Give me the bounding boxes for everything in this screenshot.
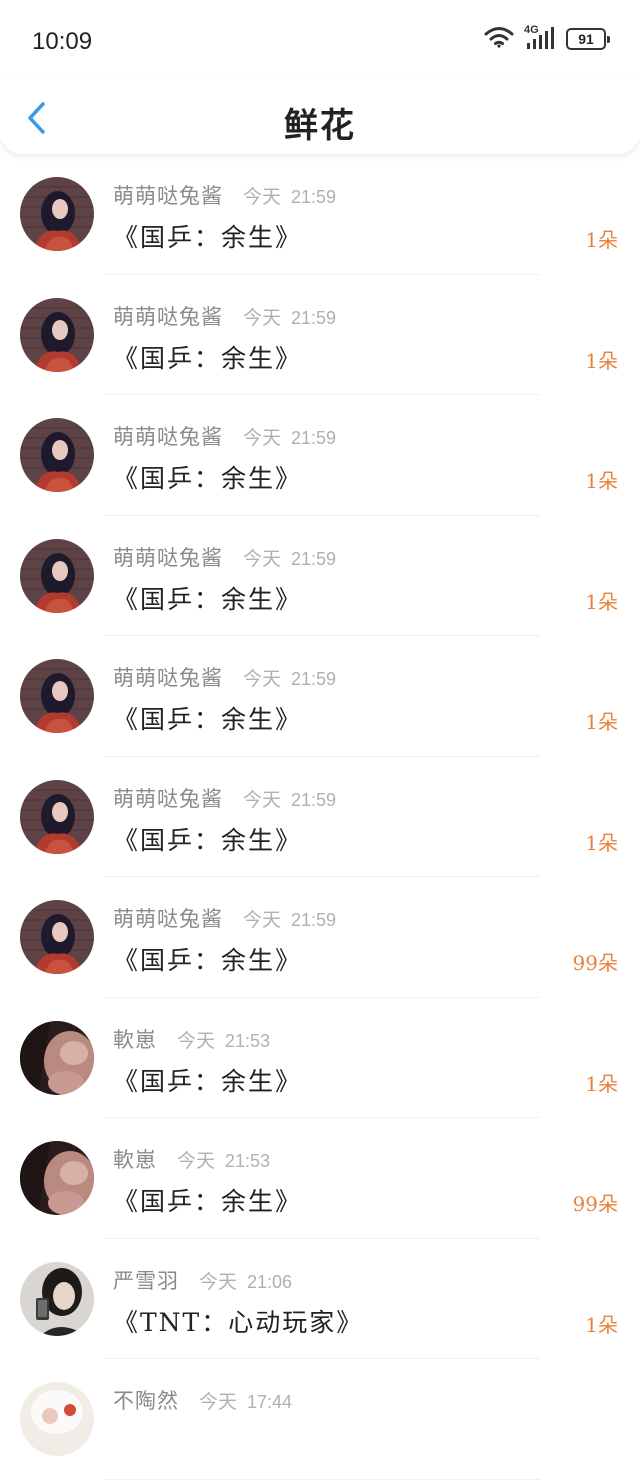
date-label: 今天	[243, 909, 282, 931]
item-meta: 萌萌哒兔酱 今天 21:59	[113, 662, 336, 692]
status-bar: 10:09 4G 91	[0, 0, 640, 80]
avatar[interactable]	[20, 1020, 94, 1095]
date-label: 今天	[177, 1029, 216, 1052]
item-meta: 萌萌哒兔酱 今天 21:59	[113, 783, 336, 813]
time-label: 21:59	[291, 669, 337, 689]
date-label: 今天	[243, 427, 282, 449]
item-meta: 萌萌哒兔酱 今天 21:59	[113, 180, 336, 210]
divider	[104, 1478, 540, 1480]
time-label: 21:59	[291, 548, 337, 569]
date-label: 今天	[243, 668, 282, 690]
username[interactable]: 萌萌哒兔酱	[113, 301, 223, 331]
time-label: 21:59	[291, 789, 337, 810]
avatar[interactable]	[20, 297, 94, 372]
avatar[interactable]	[20, 1261, 94, 1336]
time-label: 21:59	[291, 910, 337, 930]
avatar[interactable]	[20, 418, 94, 492]
time-label: 21:59	[291, 187, 337, 207]
date-label: 今天	[243, 788, 282, 811]
list-item[interactable]: 萌萌哒兔酱 今天 21:59 《国乒：余生》 1朵	[0, 395, 640, 516]
work-title[interactable]: 《国乒：余生》	[113, 459, 302, 495]
list-item[interactable]: 軟崽 今天 21:53 《国乒：余生》 1朵	[0, 998, 640, 1118]
time-label: 21:53	[225, 1151, 271, 1171]
flower-count: 1朵	[585, 348, 618, 373]
wifi-icon	[484, 26, 514, 52]
username[interactable]: 严雪羽	[113, 1265, 179, 1295]
flower-count: 1朵	[585, 1071, 618, 1096]
work-title[interactable]: 《国乒：余生》	[113, 1182, 302, 1218]
list-item[interactable]: 不陶然 今天 17:44	[0, 1359, 640, 1480]
avatar[interactable]	[20, 538, 94, 613]
flower-count: 1朵	[585, 469, 618, 493]
list-item[interactable]: 萌萌哒兔酱 今天 21:59 《国乒：余生》 1朵	[0, 757, 640, 877]
username[interactable]: 萌萌哒兔酱	[113, 903, 223, 933]
time-label: 17:44	[247, 1392, 293, 1412]
flower-count: 1朵	[585, 710, 618, 734]
item-meta: 軟崽 今天 21:53	[113, 1024, 270, 1054]
status-time: 10:09	[32, 28, 93, 55]
list-item[interactable]: 萌萌哒兔酱 今天 21:59 《国乒：余生》 1朵	[0, 154, 640, 275]
username[interactable]: 軟崽	[113, 1144, 157, 1174]
work-title[interactable]: 《国乒：余生》	[113, 218, 302, 254]
item-meta: 萌萌哒兔酱 今天 21:59	[113, 542, 336, 572]
username[interactable]: 軟崽	[113, 1024, 157, 1054]
list-item[interactable]: 軟崽 今天 21:53 《国乒：余生》 99朵	[0, 1118, 640, 1239]
date-label: 今天	[177, 1150, 216, 1172]
username[interactable]: 萌萌哒兔酱	[113, 421, 223, 451]
page-title: 鲜花	[284, 106, 356, 146]
item-meta: 严雪羽 今天 21:06	[113, 1265, 292, 1295]
username[interactable]: 萌萌哒兔酱	[113, 542, 223, 572]
item-meta: 萌萌哒兔酱 今天 21:59	[113, 421, 336, 451]
username[interactable]: 萌萌哒兔酱	[113, 662, 223, 692]
avatar[interactable]	[20, 900, 94, 974]
date-label: 今天	[243, 547, 282, 570]
flower-count: 99朵	[572, 1192, 618, 1216]
item-meta: 萌萌哒兔酱 今天 21:59	[113, 301, 336, 331]
avatar[interactable]	[20, 1382, 94, 1456]
avatar[interactable]	[20, 659, 94, 733]
avatar[interactable]	[20, 1141, 94, 1215]
list-item[interactable]: 严雪羽 今天 21:06 《TNT：心动玩家》 1朵	[0, 1239, 640, 1359]
list-item[interactable]: 萌萌哒兔酱 今天 21:59 《国乒：余生》 99朵	[0, 877, 640, 998]
flower-count: 99朵	[572, 951, 618, 975]
time-label: 21:53	[225, 1030, 271, 1051]
flower-count: 1朵	[585, 830, 618, 855]
username[interactable]: 萌萌哒兔酱	[113, 180, 223, 210]
flower-count: 1朵	[585, 589, 618, 614]
cellular-signal-icon: 4G	[524, 24, 556, 51]
flower-count: 1朵	[585, 228, 618, 252]
work-title[interactable]: 《国乒：余生》	[113, 941, 302, 977]
avatar[interactable]	[20, 779, 94, 854]
item-meta: 萌萌哒兔酱 今天 21:59	[113, 903, 336, 933]
time-label: 21:59	[291, 307, 337, 328]
work-title[interactable]: 《TNT：心动玩家》	[113, 1303, 363, 1339]
status-icons: 4G 91	[484, 24, 610, 52]
work-title[interactable]: 《国乒：余生》	[113, 1062, 302, 1098]
list-item[interactable]: 萌萌哒兔酱 今天 21:59 《国乒：余生》 1朵	[0, 516, 640, 636]
time-label: 21:59	[291, 428, 337, 448]
date-label: 今天	[199, 1391, 238, 1413]
avatar[interactable]	[20, 177, 94, 251]
username[interactable]: 不陶然	[113, 1385, 179, 1415]
work-title[interactable]: 《国乒：余生》	[113, 821, 302, 857]
battery-indicator: 91	[566, 28, 610, 50]
work-title[interactable]: 《国乒：余生》	[113, 580, 302, 616]
list-item[interactable]: 萌萌哒兔酱 今天 21:59 《国乒：余生》 1朵	[0, 636, 640, 757]
header: 鲜花	[0, 80, 640, 154]
date-label: 今天	[243, 306, 282, 329]
flower-count: 1朵	[585, 1312, 618, 1337]
item-meta: 不陶然 今天 17:44	[113, 1385, 292, 1415]
work-title[interactable]: 《国乒：余生》	[113, 339, 302, 375]
work-title[interactable]: 《国乒：余生》	[113, 700, 302, 736]
username[interactable]: 萌萌哒兔酱	[113, 783, 223, 813]
item-meta: 軟崽 今天 21:53	[113, 1144, 270, 1174]
date-label: 今天	[243, 186, 282, 208]
flower-list: 萌萌哒兔酱 今天 21:59 《国乒：余生》 1朵 萌萌哒兔酱 今天 21:59 《国乒：余生》…	[0, 154, 640, 1480]
time-label: 21:06	[247, 1271, 293, 1292]
list-item[interactable]: 萌萌哒兔酱 今天 21:59 《国乒：余生》 1朵	[0, 275, 640, 395]
date-label: 今天	[199, 1270, 238, 1293]
